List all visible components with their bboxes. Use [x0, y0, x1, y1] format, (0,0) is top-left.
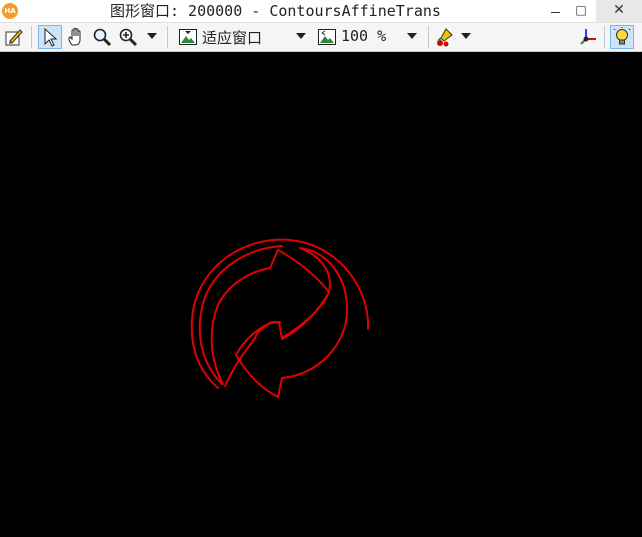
- pointer-button[interactable]: [38, 25, 62, 49]
- color-tool-dropdown-arrow[interactable]: [461, 33, 471, 39]
- title-bar: HA 图形窗口: 200000 - ContoursAffineTrans □ …: [0, 0, 642, 23]
- axes-button[interactable]: [576, 25, 600, 49]
- toolbar: 适应窗口 100 %: [0, 23, 642, 52]
- draw-tool-button[interactable]: [2, 25, 26, 49]
- fit-window-label[interactable]: 适应窗口: [202, 27, 262, 48]
- contour-overlay: [190, 238, 370, 398]
- draw-tool-icon: [5, 29, 23, 46]
- pan-hand-icon: [68, 27, 81, 46]
- color-tool-button[interactable]: [433, 25, 457, 49]
- magnifier-button[interactable]: [90, 25, 114, 49]
- contour-lower-arrow: [235, 247, 349, 398]
- fit-window-dropdown-arrow[interactable]: [296, 33, 306, 39]
- close-button[interactable]: ✕: [596, 0, 642, 22]
- window-title: 图形窗口: 200000 - ContoursAffineTrans: [110, 2, 441, 20]
- separator: [167, 26, 168, 48]
- axes-icon: [580, 29, 596, 45]
- separator: [604, 26, 605, 48]
- zoom-percent-button[interactable]: [315, 25, 339, 49]
- lightbulb-icon: [613, 27, 631, 45]
- separator: [31, 26, 32, 48]
- app-icon: HA: [2, 3, 18, 19]
- pan-button[interactable]: [64, 25, 88, 49]
- contour-outer-arc: [190, 238, 370, 389]
- zoom-percent-icon: [318, 29, 336, 45]
- zoom-percent-value[interactable]: 100 %: [341, 27, 386, 45]
- zoom-tool-dropdown-arrow[interactable]: [147, 33, 157, 39]
- fit-window-icon: [179, 29, 197, 45]
- magnifier-icon: [93, 28, 112, 47]
- contour-upper-arrow: [210, 249, 330, 387]
- maximize-button[interactable]: □: [565, 0, 597, 22]
- zoom-in-icon: [119, 28, 138, 47]
- zoom-in-button[interactable]: [116, 25, 140, 49]
- color-picker-icon: [437, 28, 453, 47]
- pointer-icon: [44, 27, 58, 47]
- zoom-percent-dropdown-arrow[interactable]: [407, 33, 417, 39]
- separator: [428, 26, 429, 48]
- graphics-canvas[interactable]: [0, 52, 642, 537]
- fit-window-button[interactable]: [176, 25, 200, 49]
- info-button[interactable]: [610, 25, 634, 49]
